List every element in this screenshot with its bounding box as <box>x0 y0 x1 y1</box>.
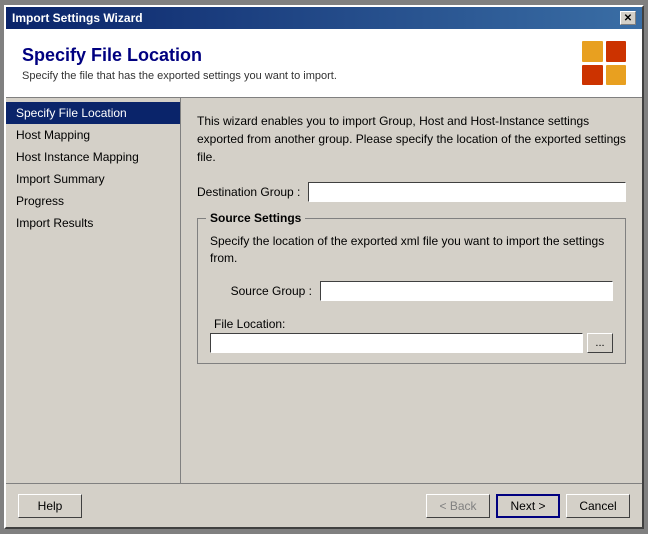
page-subtitle: Specify the file that has the exported s… <box>22 70 337 82</box>
help-button[interactable]: Help <box>18 494 82 518</box>
logo-sq-3 <box>582 65 603 86</box>
browse-button[interactable]: ... <box>587 333 613 353</box>
header-section: Specify File Location Specify the file t… <box>6 29 642 98</box>
title-bar-buttons: ✕ <box>620 11 636 25</box>
source-group-row: Source Group : <box>210 281 613 301</box>
logo-sq-2 <box>606 41 627 62</box>
body: Specify File Location Host Mapping Host … <box>6 98 642 483</box>
file-location-label: File Location: <box>214 317 613 331</box>
sidebar-item-progress[interactable]: Progress <box>6 190 180 212</box>
content-area: This wizard enables you to import Group,… <box>181 98 642 483</box>
sidebar-item-specify-file[interactable]: Specify File Location <box>6 102 180 124</box>
logo-sq-1 <box>582 41 603 62</box>
source-group-input[interactable] <box>320 281 613 301</box>
sidebar-item-import-summary[interactable]: Import Summary <box>6 168 180 190</box>
source-settings-description: Specify the location of the exported xml… <box>210 233 613 267</box>
page-title: Specify File Location <box>22 45 337 66</box>
close-button[interactable]: ✕ <box>620 11 636 25</box>
intro-text: This wizard enables you to import Group,… <box>197 112 626 166</box>
source-group-label: Source Group : <box>210 284 320 298</box>
destination-group-label: Destination Group : <box>197 185 308 199</box>
title-bar: Import Settings Wizard ✕ <box>6 7 642 29</box>
footer-right: < Back Next > Cancel <box>426 494 630 518</box>
dialog-title: Import Settings Wizard <box>12 11 143 25</box>
sidebar-item-host-mapping[interactable]: Host Mapping <box>6 124 180 146</box>
file-location-row: ... <box>210 333 613 353</box>
sidebar-item-import-results[interactable]: Import Results <box>6 212 180 234</box>
sidebar-item-host-instance-mapping[interactable]: Host Instance Mapping <box>6 146 180 168</box>
destination-group-row: Destination Group : <box>197 182 626 202</box>
destination-group-input[interactable] <box>308 182 626 202</box>
logo-sq-4 <box>606 65 627 86</box>
sidebar: Specify File Location Host Mapping Host … <box>6 98 181 483</box>
dialog: Import Settings Wizard ✕ Specify File Lo… <box>4 5 644 529</box>
back-button[interactable]: < Back <box>426 494 490 518</box>
next-button[interactable]: Next > <box>496 494 560 518</box>
file-location-section: File Location: ... <box>210 317 613 353</box>
logo <box>582 41 626 85</box>
source-settings-title: Source Settings <box>206 211 305 225</box>
footer-left: Help <box>18 494 82 518</box>
footer: Help < Back Next > Cancel <box>6 483 642 527</box>
cancel-button[interactable]: Cancel <box>566 494 630 518</box>
header-text: Specify File Location Specify the file t… <box>22 45 337 82</box>
file-location-input[interactable] <box>210 333 583 353</box>
source-settings-group: Source Settings Specify the location of … <box>197 218 626 364</box>
